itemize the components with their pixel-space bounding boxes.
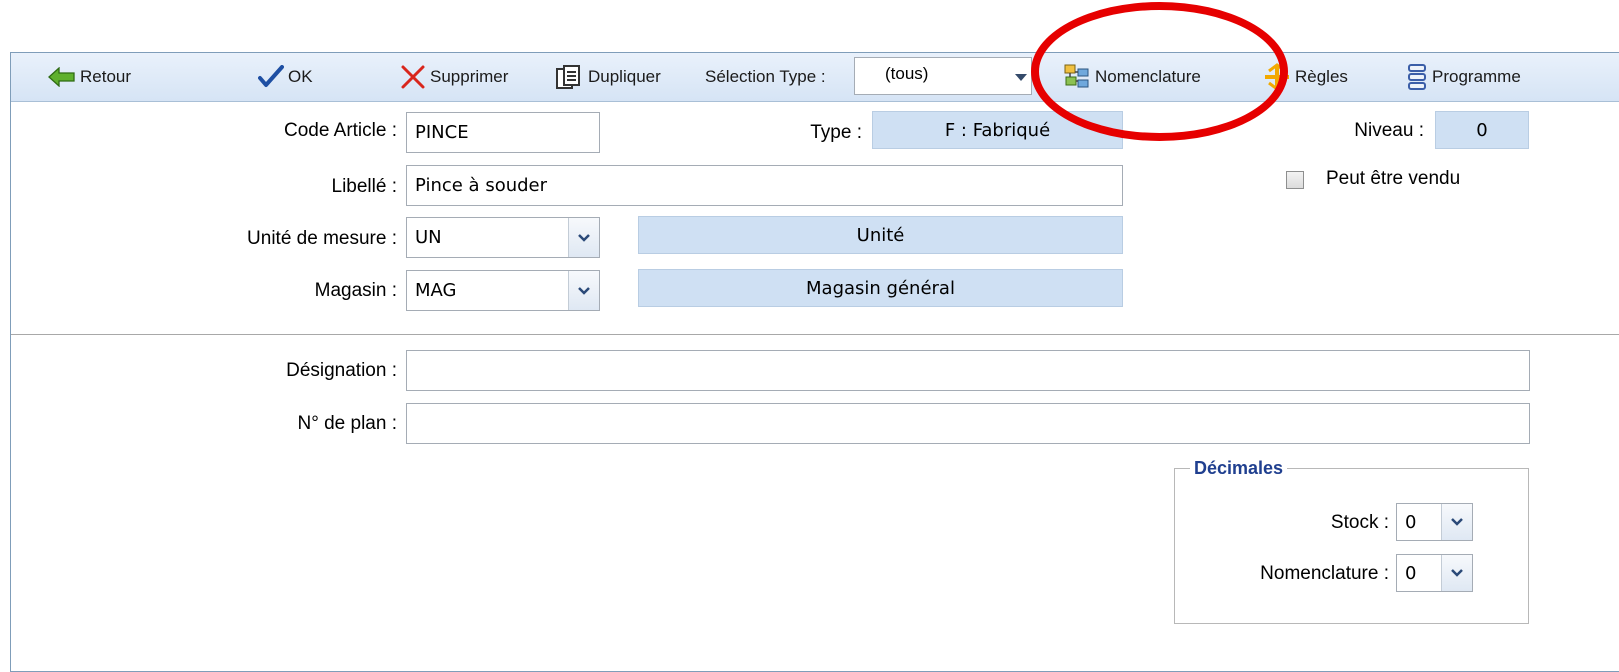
unite-description: Unité <box>856 224 905 246</box>
type-label: Type : <box>810 122 862 143</box>
stock-decimals-label: Stock : <box>1330 512 1389 533</box>
duplicate-icon <box>556 64 584 90</box>
niveau-value-field: 0 <box>1435 111 1529 149</box>
stock-decimals-select[interactable]: 0 <box>1396 503 1473 541</box>
code-article-label: Code Article : <box>284 120 397 141</box>
type-selection-value: (tous) <box>885 64 929 83</box>
ok-label: OK <box>288 67 313 86</box>
arrow-left-icon <box>48 67 76 87</box>
ok-button[interactable]: OK <box>258 53 313 101</box>
rules-icon <box>1263 63 1291 91</box>
chevron-down-icon <box>1013 68 1029 88</box>
magasin-label: Magasin : <box>314 280 397 301</box>
can-be-sold-checkbox[interactable] <box>1286 171 1304 189</box>
niveau-value: 0 <box>1476 119 1488 141</box>
duplicate-button[interactable]: Dupliquer <box>556 53 661 101</box>
nomenclature-icon <box>1063 63 1091 91</box>
magasin-value: MAG <box>415 280 457 301</box>
section-divider <box>11 334 1619 335</box>
x-icon <box>400 64 426 90</box>
nomenclature-label: Nomenclature <box>1095 67 1201 86</box>
libelle-label: Libellé : <box>331 176 398 197</box>
plan-input[interactable] <box>406 403 1530 444</box>
nomenclature-decimals-label: Nomenclature : <box>1260 563 1389 584</box>
code-article-input[interactable]: PINCE <box>406 112 600 153</box>
designation-label: Désignation : <box>286 360 397 381</box>
unite-description-field: Unité <box>638 216 1123 254</box>
chevron-down-icon[interactable] <box>1441 555 1472 591</box>
check-icon <box>258 65 284 89</box>
type-value: F : Fabriqué <box>944 119 1051 141</box>
delete-button[interactable]: Supprimer <box>400 53 508 101</box>
unite-select[interactable]: UN <box>406 217 600 258</box>
decimals-legend: Décimales <box>1190 458 1288 479</box>
nomenclature-decimals-select[interactable]: 0 <box>1396 554 1473 592</box>
designation-input[interactable] <box>406 350 1530 391</box>
program-button[interactable]: Programme <box>1406 53 1521 101</box>
nomenclature-button[interactable]: Nomenclature <box>1063 53 1201 101</box>
niveau-label: Niveau : <box>1354 120 1424 141</box>
code-article-value: PINCE <box>415 122 469 143</box>
chevron-down-icon[interactable] <box>568 218 599 257</box>
program-label: Programme <box>1432 67 1521 86</box>
libelle-value: Pince à souder <box>415 175 548 196</box>
magasin-description-field: Magasin général <box>638 269 1123 307</box>
chevron-down-icon[interactable] <box>1441 504 1472 540</box>
magasin-select[interactable]: MAG <box>406 270 600 311</box>
back-button[interactable]: Retour <box>48 53 131 101</box>
back-label: Retour <box>80 67 132 86</box>
type-selection-label: Sélection Type : <box>705 67 826 86</box>
unite-value: UN <box>415 227 442 248</box>
duplicate-label: Dupliquer <box>588 67 661 86</box>
chevron-down-icon[interactable] <box>568 271 599 310</box>
unite-label: Unité de mesure : <box>247 228 397 249</box>
magasin-description: Magasin général <box>806 277 955 299</box>
decimals-fieldset <box>1174 468 1529 624</box>
rules-button[interactable]: Règles <box>1263 53 1348 101</box>
nomenclature-decimals-value: 0 <box>1405 562 1417 584</box>
stock-decimals-value: 0 <box>1405 511 1417 533</box>
rules-label: Règles <box>1295 67 1348 86</box>
delete-label: Supprimer <box>430 67 509 86</box>
program-icon <box>1406 63 1428 91</box>
plan-label: N° de plan : <box>297 413 398 434</box>
libelle-input[interactable]: Pince à souder <box>406 165 1123 206</box>
type-value-field: F : Fabriqué <box>872 111 1123 149</box>
type-selection-select[interactable]: (tous) <box>854 57 1032 95</box>
can-be-sold-label: Peut être vendu <box>1326 168 1461 189</box>
